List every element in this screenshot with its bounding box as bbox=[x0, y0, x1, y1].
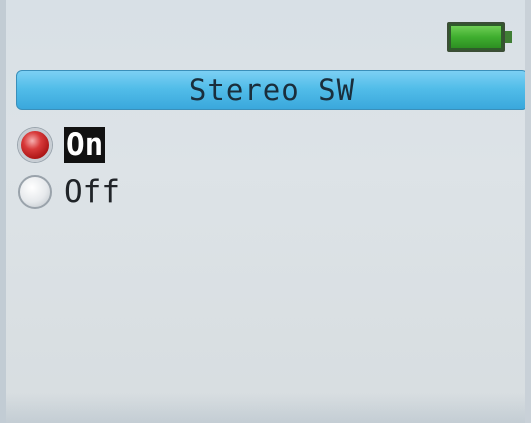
option-on[interactable]: On bbox=[18, 127, 106, 163]
battery-body bbox=[447, 22, 505, 52]
option-label-on: On bbox=[64, 127, 106, 163]
option-label-off: Off bbox=[64, 174, 120, 210]
battery-tip bbox=[505, 31, 512, 43]
radio-unselected-icon[interactable] bbox=[18, 175, 52, 209]
battery-icon bbox=[447, 22, 513, 52]
menu-title: Stereo SW bbox=[188, 73, 356, 107]
battery-fill bbox=[451, 26, 501, 48]
device-screen: Stereo SW On Off bbox=[0, 0, 531, 423]
radio-selected-icon[interactable] bbox=[18, 128, 52, 162]
option-off[interactable]: Off bbox=[18, 174, 120, 210]
menu-title-bar: Stereo SW bbox=[16, 70, 525, 110]
